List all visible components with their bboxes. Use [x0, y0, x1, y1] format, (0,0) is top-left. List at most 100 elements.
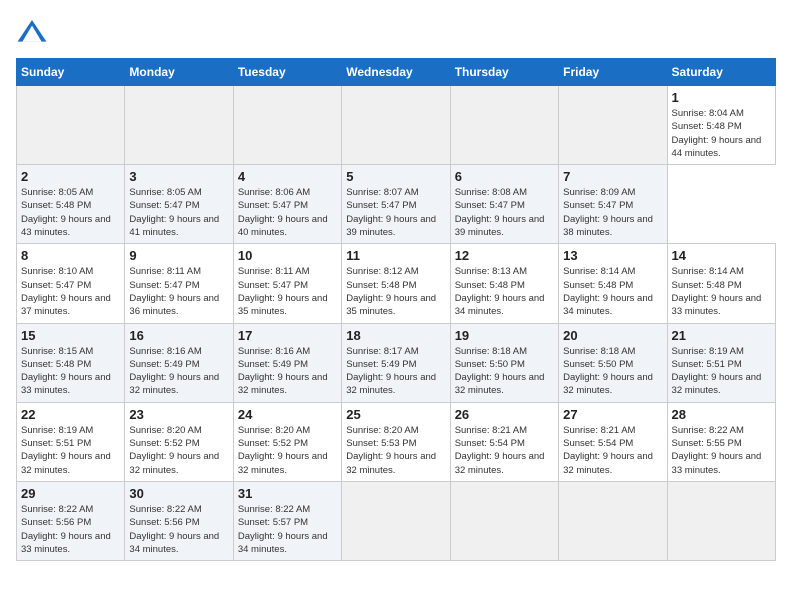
- calendar-day: 9 Sunrise: 8:11 AMSunset: 5:47 PMDayligh…: [125, 244, 233, 323]
- calendar-day: 30 Sunrise: 8:22 AMSunset: 5:56 PMDaylig…: [125, 481, 233, 560]
- calendar-day: 27 Sunrise: 8:21 AMSunset: 5:54 PMDaylig…: [559, 402, 667, 481]
- calendar-week-row: 1 Sunrise: 8:04 AMSunset: 5:48 PMDayligh…: [17, 86, 776, 165]
- day-number: 8: [21, 248, 120, 263]
- day-number: 15: [21, 328, 120, 343]
- day-number: 17: [238, 328, 337, 343]
- day-number: 28: [672, 407, 771, 422]
- day-number: 14: [672, 248, 771, 263]
- col-header-sunday: Sunday: [17, 59, 125, 86]
- day-info: Sunrise: 8:15 AMSunset: 5:48 PMDaylight:…: [21, 346, 111, 397]
- calendar-week-row: 8 Sunrise: 8:10 AMSunset: 5:47 PMDayligh…: [17, 244, 776, 323]
- day-info: Sunrise: 8:16 AMSunset: 5:49 PMDaylight:…: [129, 346, 219, 397]
- day-number: 18: [346, 328, 445, 343]
- calendar-day: 25 Sunrise: 8:20 AMSunset: 5:53 PMDaylig…: [342, 402, 450, 481]
- empty-cell: [559, 86, 667, 165]
- calendar-day: 24 Sunrise: 8:20 AMSunset: 5:52 PMDaylig…: [233, 402, 341, 481]
- day-info: Sunrise: 8:18 AMSunset: 5:50 PMDaylight:…: [455, 346, 545, 397]
- day-number: 29: [21, 486, 120, 501]
- calendar-table: SundayMondayTuesdayWednesdayThursdayFrid…: [16, 58, 776, 561]
- calendar-day: 23 Sunrise: 8:20 AMSunset: 5:52 PMDaylig…: [125, 402, 233, 481]
- day-number: 19: [455, 328, 554, 343]
- calendar-day: 21 Sunrise: 8:19 AMSunset: 5:51 PMDaylig…: [667, 323, 775, 402]
- logo: [16, 16, 52, 48]
- logo-icon: [16, 16, 48, 48]
- calendar-day: [667, 481, 775, 560]
- empty-cell: [342, 86, 450, 165]
- day-number: 16: [129, 328, 228, 343]
- day-number: 3: [129, 169, 228, 184]
- calendar-day: 17 Sunrise: 8:16 AMSunset: 5:49 PMDaylig…: [233, 323, 341, 402]
- day-info: Sunrise: 8:05 AMSunset: 5:48 PMDaylight:…: [21, 187, 111, 238]
- day-number: 6: [455, 169, 554, 184]
- calendar-week-row: 2 Sunrise: 8:05 AMSunset: 5:48 PMDayligh…: [17, 165, 776, 244]
- header: [16, 16, 776, 48]
- empty-cell: [17, 86, 125, 165]
- calendar-day: 10 Sunrise: 8:11 AMSunset: 5:47 PMDaylig…: [233, 244, 341, 323]
- calendar-day: 20 Sunrise: 8:18 AMSunset: 5:50 PMDaylig…: [559, 323, 667, 402]
- col-header-tuesday: Tuesday: [233, 59, 341, 86]
- calendar-header-row: SundayMondayTuesdayWednesdayThursdayFrid…: [17, 59, 776, 86]
- calendar-day: 12 Sunrise: 8:13 AMSunset: 5:48 PMDaylig…: [450, 244, 558, 323]
- day-info: Sunrise: 8:04 AMSunset: 5:48 PMDaylight:…: [672, 108, 762, 159]
- calendar-day: 22 Sunrise: 8:19 AMSunset: 5:51 PMDaylig…: [17, 402, 125, 481]
- day-number: 13: [563, 248, 662, 263]
- empty-cell: [125, 86, 233, 165]
- day-number: 2: [21, 169, 120, 184]
- col-header-friday: Friday: [559, 59, 667, 86]
- day-info: Sunrise: 8:20 AMSunset: 5:52 PMDaylight:…: [129, 425, 219, 476]
- day-info: Sunrise: 8:18 AMSunset: 5:50 PMDaylight:…: [563, 346, 653, 397]
- day-info: Sunrise: 8:19 AMSunset: 5:51 PMDaylight:…: [672, 346, 762, 397]
- day-info: Sunrise: 8:14 AMSunset: 5:48 PMDaylight:…: [563, 266, 653, 317]
- calendar-day: 29 Sunrise: 8:22 AMSunset: 5:56 PMDaylig…: [17, 481, 125, 560]
- day-number: 1: [672, 90, 771, 105]
- day-number: 10: [238, 248, 337, 263]
- day-info: Sunrise: 8:08 AMSunset: 5:47 PMDaylight:…: [455, 187, 545, 238]
- day-number: 31: [238, 486, 337, 501]
- day-number: 30: [129, 486, 228, 501]
- calendar-day: [559, 481, 667, 560]
- day-number: 12: [455, 248, 554, 263]
- calendar-day: [450, 481, 558, 560]
- day-info: Sunrise: 8:14 AMSunset: 5:48 PMDaylight:…: [672, 266, 762, 317]
- calendar-day: 8 Sunrise: 8:10 AMSunset: 5:47 PMDayligh…: [17, 244, 125, 323]
- empty-cell: [450, 86, 558, 165]
- calendar-day: 16 Sunrise: 8:16 AMSunset: 5:49 PMDaylig…: [125, 323, 233, 402]
- day-info: Sunrise: 8:11 AMSunset: 5:47 PMDaylight:…: [238, 266, 328, 317]
- day-info: Sunrise: 8:07 AMSunset: 5:47 PMDaylight:…: [346, 187, 436, 238]
- day-info: Sunrise: 8:13 AMSunset: 5:48 PMDaylight:…: [455, 266, 545, 317]
- day-number: 5: [346, 169, 445, 184]
- day-info: Sunrise: 8:17 AMSunset: 5:49 PMDaylight:…: [346, 346, 436, 397]
- calendar-day: 2 Sunrise: 8:05 AMSunset: 5:48 PMDayligh…: [17, 165, 125, 244]
- calendar-day: 31 Sunrise: 8:22 AMSunset: 5:57 PMDaylig…: [233, 481, 341, 560]
- day-number: 23: [129, 407, 228, 422]
- calendar-day: 26 Sunrise: 8:21 AMSunset: 5:54 PMDaylig…: [450, 402, 558, 481]
- day-number: 9: [129, 248, 228, 263]
- day-number: 20: [563, 328, 662, 343]
- col-header-saturday: Saturday: [667, 59, 775, 86]
- day-info: Sunrise: 8:19 AMSunset: 5:51 PMDaylight:…: [21, 425, 111, 476]
- calendar-week-row: 29 Sunrise: 8:22 AMSunset: 5:56 PMDaylig…: [17, 481, 776, 560]
- day-info: Sunrise: 8:22 AMSunset: 5:56 PMDaylight:…: [21, 504, 111, 555]
- col-header-thursday: Thursday: [450, 59, 558, 86]
- day-info: Sunrise: 8:22 AMSunset: 5:55 PMDaylight:…: [672, 425, 762, 476]
- day-info: Sunrise: 8:06 AMSunset: 5:47 PMDaylight:…: [238, 187, 328, 238]
- day-info: Sunrise: 8:21 AMSunset: 5:54 PMDaylight:…: [563, 425, 653, 476]
- day-info: Sunrise: 8:22 AMSunset: 5:57 PMDaylight:…: [238, 504, 328, 555]
- calendar-day: 6 Sunrise: 8:08 AMSunset: 5:47 PMDayligh…: [450, 165, 558, 244]
- day-number: 21: [672, 328, 771, 343]
- day-info: Sunrise: 8:12 AMSunset: 5:48 PMDaylight:…: [346, 266, 436, 317]
- day-info: Sunrise: 8:11 AMSunset: 5:47 PMDaylight:…: [129, 266, 219, 317]
- calendar-day: 14 Sunrise: 8:14 AMSunset: 5:48 PMDaylig…: [667, 244, 775, 323]
- col-header-monday: Monday: [125, 59, 233, 86]
- calendar-day: 5 Sunrise: 8:07 AMSunset: 5:47 PMDayligh…: [342, 165, 450, 244]
- calendar-day: 13 Sunrise: 8:14 AMSunset: 5:48 PMDaylig…: [559, 244, 667, 323]
- day-number: 26: [455, 407, 554, 422]
- day-number: 25: [346, 407, 445, 422]
- day-info: Sunrise: 8:05 AMSunset: 5:47 PMDaylight:…: [129, 187, 219, 238]
- calendar-day: 28 Sunrise: 8:22 AMSunset: 5:55 PMDaylig…: [667, 402, 775, 481]
- calendar-day: 1 Sunrise: 8:04 AMSunset: 5:48 PMDayligh…: [667, 86, 775, 165]
- day-info: Sunrise: 8:16 AMSunset: 5:49 PMDaylight:…: [238, 346, 328, 397]
- calendar-day: 7 Sunrise: 8:09 AMSunset: 5:47 PMDayligh…: [559, 165, 667, 244]
- calendar-week-row: 22 Sunrise: 8:19 AMSunset: 5:51 PMDaylig…: [17, 402, 776, 481]
- calendar-week-row: 15 Sunrise: 8:15 AMSunset: 5:48 PMDaylig…: [17, 323, 776, 402]
